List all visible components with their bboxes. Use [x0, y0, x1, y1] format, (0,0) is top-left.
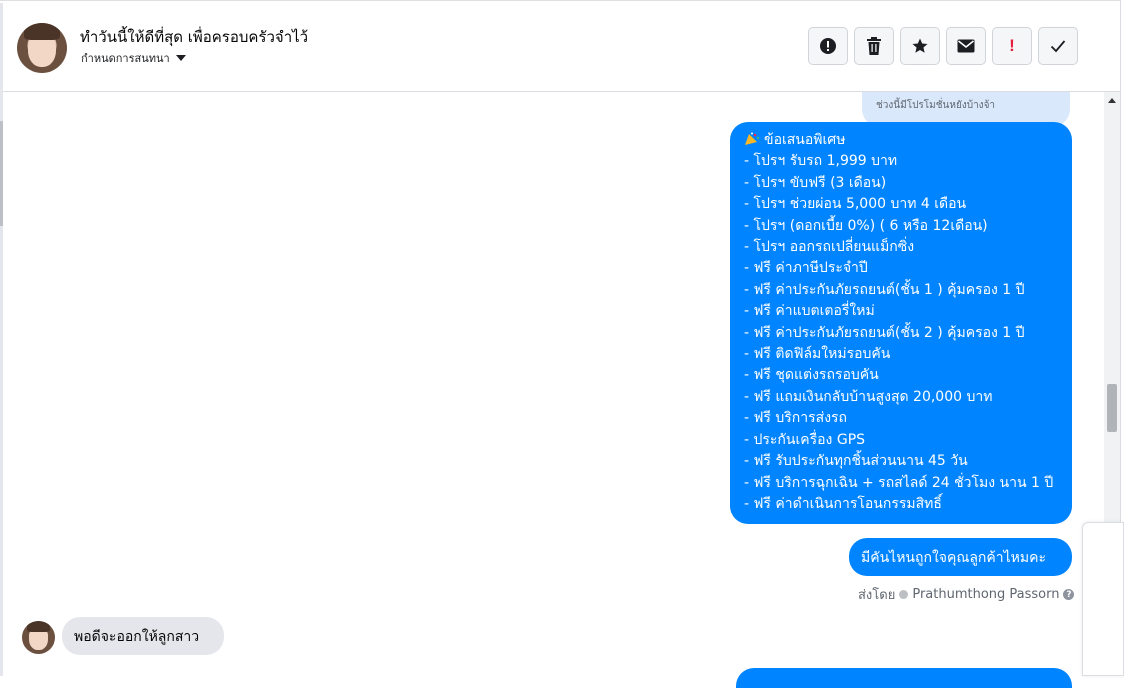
- message-text: มีคันไหนถูกใจคุณลูกค้าไหมคะ: [861, 550, 1047, 566]
- offer-line: - ประกันเครื่อง GPS: [744, 431, 866, 448]
- message-text: ช่วงนี้มีโปรโมชั่นหยังบ้างจ้า: [876, 100, 996, 111]
- offer-line: - ฟรี ค่าประกันภัยรถยนต์(ชั้น 2 ) คุ้มคร…: [744, 324, 1025, 341]
- checkmark-icon: [1050, 40, 1066, 53]
- offer-line: - ฟรี ค่าภาษีประจำปี: [744, 260, 868, 277]
- offer-line: - ฟรี บริการส่งรถ: [744, 410, 848, 427]
- caret-down-icon: [175, 55, 186, 61]
- scrollbar-thumb[interactable]: [1107, 384, 1117, 432]
- trash-icon: [867, 37, 881, 55]
- side-panel[interactable]: [1082, 522, 1124, 676]
- message-bubble-outgoing-partial[interactable]: [736, 668, 1072, 688]
- sent-by-label: ส่งโดย: [858, 588, 896, 603]
- offer-line: - โปรฯ ช่วยผ่อน 5,000 บาท 4 เดือน: [744, 196, 967, 213]
- avatar-hair: [26, 621, 51, 633]
- offer-message-bubble[interactable]: ข้อเสนอพิเศษ - โปรฯ รับรถ 1,999 บาท - โปรฯ…: [730, 122, 1072, 524]
- offer-line: - ฟรี รับประกันทุกชิ้นส่วนนาน 45 วัน: [744, 453, 968, 470]
- offer-line: - ฟรี ค่าแบตเตอรี่ใหม่: [744, 303, 875, 320]
- offer-line: - โปรฯ (ดอกเบี้ย 0%) ( 6 หรือ 12เดือน): [744, 217, 988, 234]
- offer-line: - ฟรี บริการฉุกเฉิน + รถสไลด์ 24 ชั่วโมง…: [744, 474, 1054, 491]
- offer-line: - ฟรี ชุดแต่งรถรอบคัน: [744, 367, 879, 384]
- action-toolbar: !: [808, 27, 1078, 65]
- offer-line: - ฟรี ค่าประกันภัยรถยนต์(ชั้น 1 ) คุ้มคร…: [744, 281, 1025, 298]
- mark-unread-button[interactable]: [946, 27, 986, 65]
- alert-circle-icon: [820, 38, 836, 54]
- offer-line: - โปรฯ รับรถ 1,999 บาท: [744, 153, 898, 170]
- sender-name[interactable]: Prathumthong Passorn: [912, 587, 1059, 602]
- delete-button[interactable]: [854, 27, 894, 65]
- offer-line: - โปรฯ ขับฟรี (3 เดือน): [744, 174, 887, 191]
- verified-dot-icon: [899, 590, 909, 599]
- offer-title: ข้อเสนอพิเศษ: [744, 130, 1060, 151]
- help-icon[interactable]: ?: [1063, 589, 1075, 600]
- star-icon: [912, 38, 928, 53]
- offer-title-text: ข้อเสนอพิเศษ: [764, 132, 846, 148]
- message-text: พอดีจะออกให้ลูกสาว: [74, 629, 200, 645]
- alert-button[interactable]: [808, 27, 848, 65]
- conversation-settings-dropdown[interactable]: กำหนดการสนทนา: [81, 49, 186, 67]
- exclamation-icon: !: [1009, 36, 1015, 55]
- conversation-header: ทำวันนี้ให้ดีที่สุด เพื่อครอบครัวจำไว้ ก…: [3, 3, 1120, 92]
- message-bubble-incoming[interactable]: พอดีจะออกให้ลูกสาว: [62, 617, 224, 655]
- contact-avatar[interactable]: [17, 23, 67, 73]
- scroll-up-arrow-icon[interactable]: [1108, 98, 1116, 103]
- contact-name[interactable]: ทำวันนี้ให้ดีที่สุด เพื่อครอบครัวจำไว้: [80, 25, 308, 49]
- message-bubble-outgoing[interactable]: มีคันไหนถูกใจคุณลูกค้าไหมคะ: [849, 538, 1072, 576]
- party-popper-icon: [745, 132, 760, 145]
- contact-avatar-small[interactable]: [22, 621, 55, 654]
- conversation-settings-label: กำหนดการสนทนา: [81, 52, 170, 65]
- envelope-icon: [957, 39, 975, 53]
- offer-line: - โปรฯ ออกรถเปลี่ยนแม็กซิ่ง: [744, 239, 915, 256]
- mark-done-button[interactable]: [1038, 27, 1078, 65]
- star-button[interactable]: [900, 27, 940, 65]
- offer-lines: ข้อเสนอพิเศษ - โปรฯ รับรถ 1,999 บาท - โปรฯ…: [744, 130, 1060, 515]
- top-border: [0, 0, 1124, 1]
- sent-by-info: ส่งโดย Prathumthong Passorn ?: [858, 584, 1075, 605]
- avatar-hair: [24, 23, 60, 40]
- spam-button[interactable]: !: [992, 27, 1032, 65]
- offer-line: - ฟรี ติดฟิล์มใหม่รอบคัน: [744, 346, 891, 363]
- offer-line: - ฟรี แถมเงินกลับบ้านสูงสุด 20,000 บาท: [744, 388, 993, 405]
- offer-line: - ฟรี ค่าดำเนินการโอนกรรมสิทธิ์: [744, 495, 942, 512]
